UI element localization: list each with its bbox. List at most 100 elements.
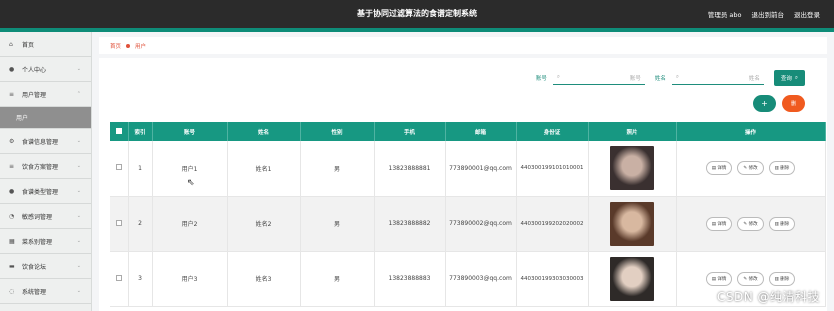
exit-to-frontend-link[interactable]: 退出到前台 [752,9,785,19]
row-checkbox[interactable] [115,164,122,171]
table-row[interactable]: 1 用户1 姓名1 男 13823888881 773890001@qq.com 44030… [110,141,826,197]
chevron-down-icon: ⌄ [76,288,81,294]
sidebar-item[interactable]: ⚙ 食谱信息管理 ⌄ [0,129,91,154]
account-label: 账号 [535,76,547,82]
delete-label: 删除 [780,166,790,172]
list-icon: ≡ [9,162,15,170]
cell-photo [588,196,677,252]
column-header: 操作 [676,122,826,141]
chevron-down-icon: ⌄ [76,163,81,169]
sidebar-subitem-user[interactable]: 用户 [0,107,91,129]
query-button[interactable]: 查询 ⌕ [773,70,805,86]
detail-button[interactable]: ▤ 详情 [705,216,733,231]
table-row[interactable]: 2 用户2 姓名2 男 13823888882 773890002@qq.com 44030… [110,196,826,252]
delete-button[interactable]: ▥ 删除 [768,216,796,231]
query-button-label: 查询 [780,76,792,82]
edit-button[interactable]: ✎ 修改 [737,161,764,176]
cell-photo [588,141,677,197]
name-label: 姓名 [654,76,666,82]
sidebar-item[interactable]: ▬ 饮食论坛 ⌄ [0,254,91,279]
sidebar-item[interactable]: ◔ 敏感词管理 ⌄ [0,204,91,229]
cell-phone: 13823888883 [374,251,446,307]
toolbar: + 删 [753,95,805,112]
main-panel: 账号 ⌕ 账号 姓名 ⌕ 姓名 查询 ⌕ + 删 索引 账号 姓名 性别 手机 邮箱 身份证… [99,58,827,311]
cell-actions: ▤ 详情 ✎ 修改 ▥ 删除 [676,196,826,252]
row-checkbox[interactable] [115,219,122,226]
user-photo[interactable] [610,201,654,246]
breadcrumb: 首页 用户 [99,37,827,54]
sidebar-item[interactable]: ≡ 用户管理 ⌃ [0,82,91,107]
row-checkbox-cell [110,141,129,197]
edit-button[interactable]: ✎ 修改 [737,216,764,231]
delete-label: 删除 [780,276,790,282]
user-photo[interactable] [610,146,654,191]
row-checkbox-cell [110,196,129,252]
sidebar-item-label: 首页 [22,41,35,49]
gear-icon: ⚙ [9,137,15,145]
logout-link[interactable]: 退出登录 [794,9,820,19]
row-checkbox[interactable] [115,274,122,281]
column-header: 账号 [152,122,228,141]
name-placeholder: 姓名 [748,75,760,82]
cell-idcard: 440300199202020002 [516,196,589,252]
watermark: CSDN @纯清科技 [716,290,820,304]
cell-phone: 13823888882 [374,196,446,252]
sidebar-item-label: 个人中心 [22,66,47,74]
mouse-cursor-icon: ⇖ [187,178,195,188]
search-icon: ⌕ [675,74,679,80]
sidebar-item[interactable]: ● 个人中心 ⌄ [0,57,91,82]
chevron-down-icon: ⌄ [76,213,81,219]
sidebar-item-label: 用户管理 [22,91,47,99]
sidebar-item[interactable]: ▦ 菜系别管理 ⌄ [0,229,91,254]
top-bar: 基于协同过滤算法的食谱定制系统 管理员 abo 退出到前台 退出登录 [0,0,834,28]
sidebar-item-label: 食谱信息管理 [22,138,59,146]
detail-button[interactable]: ▤ 详情 [705,271,733,286]
cell-idcard: 440300199303030003 [516,251,589,307]
sidebar-item[interactable]: ⌂ 首页 [0,32,91,57]
batch-delete-button[interactable]: 删 [782,95,805,112]
account-search-input[interactable]: ⌕ 账号 [552,72,645,85]
sidebar-item[interactable]: ≡ 饮食方案管理 ⌄ [0,154,91,179]
sidebar-item[interactable]: ◌ 系统管理 ⌄ [0,279,91,304]
search-bar: 账号 ⌕ 账号 姓名 ⌕ 姓名 查询 ⌕ [536,70,805,86]
edit-label: 修改 [748,166,758,172]
sidebar-item-label: 饮食方案管理 [22,163,59,171]
list-icon: ≡ [9,90,15,98]
chevron-down-icon: ⌄ [76,138,81,144]
user-table: 索引 账号 姓名 性别 手机 邮箱 身份证 照片 操作 1 用户1 姓名1 男 13823888881 7… [110,122,826,307]
sidebar-item-label: 食谱类型管理 [22,188,59,196]
select-all-header [110,122,129,141]
add-button[interactable]: + [753,95,776,112]
cell-actions: ▤ 详情 ✎ 修改 ▥ 删除 [676,141,826,197]
delete-button[interactable]: ▥ 删除 [768,161,796,176]
sidebar-item[interactable]: ● 食谱类型管理 ⌄ [0,179,91,204]
sidebar-item-label: 用户 [16,115,29,122]
breadcrumb-current: 用户 [135,43,147,50]
pin-icon: ● [9,187,15,195]
current-user: 管理员 abo [707,11,742,19]
sidebar-item-label: 系统管理 [22,288,47,296]
edit-button[interactable]: ✎ 修改 [737,271,764,286]
cell-name: 姓名1 [227,141,301,197]
cell-gender: 男 [300,196,375,252]
user-photo[interactable] [610,256,654,301]
breadcrumb-separator [126,43,131,48]
grid-icon: ▦ [9,237,15,245]
edit-label: 修改 [748,276,758,282]
cell-idcard: 440300199101010001 [516,141,589,197]
cell-index: 3 [128,251,153,307]
cell-email: 773890001@qq.com [445,141,517,197]
detail-button[interactable]: ▤ 详情 [705,161,733,176]
sidebar-item-label: 敏感词管理 [22,213,53,221]
breadcrumb-home[interactable]: 首页 [110,42,121,50]
sidebar: ⌂ 首页 ● 个人中心 ⌄ ≡ 用户管理 ⌃ 用户 ⚙ 食谱信息管理 ⌄ ≡ 饮食方案管理 ⌄ ● 食谱类型管理… [0,32,92,311]
chevron-down-icon: ⌄ [76,238,81,244]
chevron-down-icon: ⌄ [76,263,81,269]
column-header: 性别 [300,122,375,141]
detail-label: 详情 [717,166,727,172]
sidebar-item-label: 菜系别管理 [22,238,53,246]
name-search-input[interactable]: ⌕ 姓名 [671,72,764,85]
select-all-checkbox[interactable] [115,127,122,134]
column-header: 手机 [374,122,446,141]
delete-button[interactable]: ▥ 删除 [768,271,796,286]
